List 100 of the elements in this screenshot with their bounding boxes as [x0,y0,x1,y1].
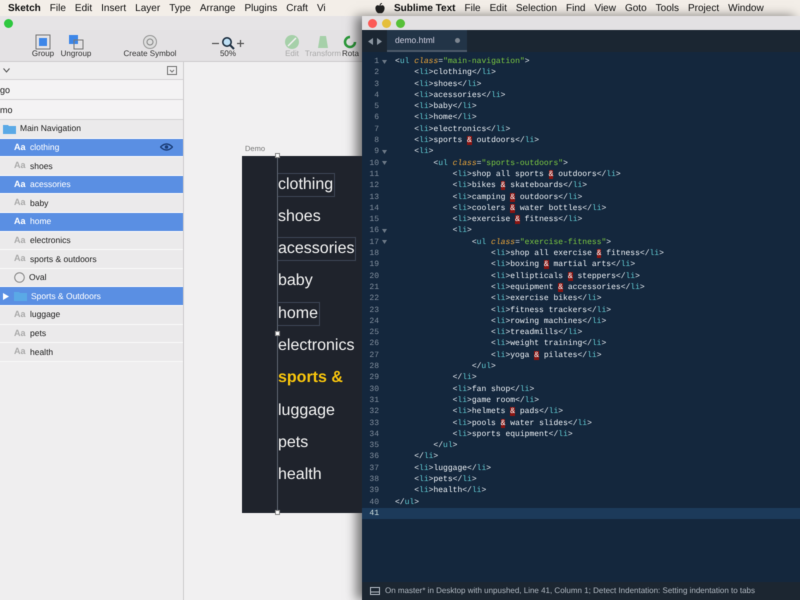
panel-icon[interactable] [167,66,177,75]
file-tab[interactable]: demo.html [387,30,467,52]
line-number: 30 [368,384,379,395]
page-item[interactable]: go [0,80,183,100]
line-number: 7 [373,124,379,136]
line-number: 19 [368,259,379,271]
menu-item[interactable]: Tools [656,0,679,16]
text-layer-glyph: Aa [14,140,26,154]
close-button[interactable] [368,18,377,28]
symbol-button[interactable]: Create Symbol [122,34,178,59]
fold-icon[interactable] [382,229,387,234]
line-number: 33 [368,418,379,429]
tree-row[interactable]: Aa electronics [0,232,183,250]
menu-item[interactable]: Selection [516,0,557,16]
menu-item[interactable]: Find [566,0,586,16]
menu-item[interactable]: Goto [624,0,647,16]
app-menu[interactable]: Sketch [8,0,41,16]
collapsed-triangle-icon[interactable] [3,292,9,300]
code-line: <li>sports & outdoors</li> [413,135,540,146]
code-line: </li> [452,372,477,384]
code-line: <li>sports equipment</li> [452,428,573,440]
resize-handle[interactable] [275,330,280,336]
menu-item[interactable]: File [464,0,481,16]
rotate-button[interactable]: Rota [342,34,362,59]
line-number: 23 [368,304,379,316]
panel-icon[interactable] [370,587,380,595]
oval-icon [14,272,25,284]
back-arrow-icon[interactable] [368,38,373,44]
menu-item[interactable]: Layer [135,0,160,16]
transform-icon [315,34,331,50]
code-line: <li> [452,225,472,237]
resize-handle[interactable] [275,152,280,158]
menu-item[interactable]: Vi [316,0,326,16]
tree-row[interactable]: Oval [0,268,183,288]
code-line: <li>exercise bikes</li> [490,293,602,305]
edit-icon [284,34,300,50]
fold-icon[interactable] [382,60,387,64]
line-number: 16 [368,225,379,237]
plus-button[interactable] [237,40,244,47]
ungroup-button[interactable]: Ungroup [58,34,94,59]
code-line: <li>pets</li> [413,474,477,486]
code-line: <li>yoga & pilates</li> [490,350,602,362]
code-line: <li>pools & water slides</li> [452,418,592,429]
line-number: 14 [368,202,379,214]
fold-icon[interactable] [382,150,387,154]
line-number: 34 [368,428,379,440]
page-item[interactable]: mo [0,100,183,120]
fold-icon[interactable] [382,161,387,166]
tree-row[interactable]: Aa baby [0,194,183,213]
code-line: </ul> [472,361,496,372]
code-line: <li>exercise & fitness</li> [452,214,582,226]
menu-item[interactable]: Edit [74,0,92,16]
nav-text: acessories [277,237,356,262]
menu-item[interactable]: View [594,0,616,16]
text-layer-glyph: Aa [14,326,26,340]
resize-handle[interactable] [275,510,280,514]
text-layer-glyph: Aa [14,178,26,191]
code-line: <ul class="exercise-fitness"> [470,236,612,248]
menu-item[interactable]: Craft [286,0,308,16]
nav-text: home [277,302,320,326]
line-number: 10 [368,158,379,169]
menu-item[interactable]: Window [728,0,764,16]
code-line: <li>coolers & water bottles</li> [452,202,606,214]
line-number: 22 [368,293,379,305]
text-layer-glyph: Aa [14,345,26,358]
tree-row[interactable]: Aa health [0,343,183,362]
code-line: <li>electronics</li> [413,124,510,136]
code-line: <li>treadmills</li> [490,327,582,338]
tree-row[interactable]: Aa shoes [0,157,183,176]
fold-icon[interactable] [382,240,387,244]
code-line: <li>ellipticals & steppers</li> [490,270,640,282]
nav-text: health [277,465,323,486]
status-text: On master* in Desktop with unpushed, Line 41, Column 1; Detect Indentation: Setting indentation to tabs [385,585,756,597]
text-layer-glyph: Aa [14,196,26,210]
menu-item[interactable]: Insert [101,0,126,16]
menu-item[interactable]: Project [688,0,720,16]
menu-item[interactable]: Plugins [244,0,278,16]
line-number: 36 [368,451,379,463]
code-line: <li>baby</li> [413,101,477,112]
chevron-down-icon[interactable] [3,68,10,73]
apple-icon[interactable] [375,2,385,14]
menu-item[interactable]: Type [169,0,191,16]
app-menu[interactable]: Sublime Text [394,0,456,16]
tree-row[interactable]: Aa sports & outdoors [0,250,183,269]
menu-item[interactable]: Edit [490,0,507,16]
tree-row[interactable]: Main Navigation [0,120,183,139]
group-button[interactable]: Group [28,34,58,59]
eye-icon[interactable] [160,143,173,152]
tree-row[interactable]: Aa pets [0,324,183,344]
code-line: <li>acessories</li> [413,90,506,102]
folder-icon [14,291,27,302]
line-number: 3 [373,78,379,90]
code-line: <li>boxing & martial arts</li> [490,259,636,271]
line-number: 8 [373,135,379,146]
menu-item[interactable]: File [50,0,66,16]
nav-text: shoes [277,206,322,227]
menu-item[interactable]: Arrange [200,0,236,16]
forward-arrow-icon[interactable] [377,38,382,44]
tree-row[interactable]: Aa luggage [0,306,183,325]
search-icon[interactable] [221,36,235,50]
